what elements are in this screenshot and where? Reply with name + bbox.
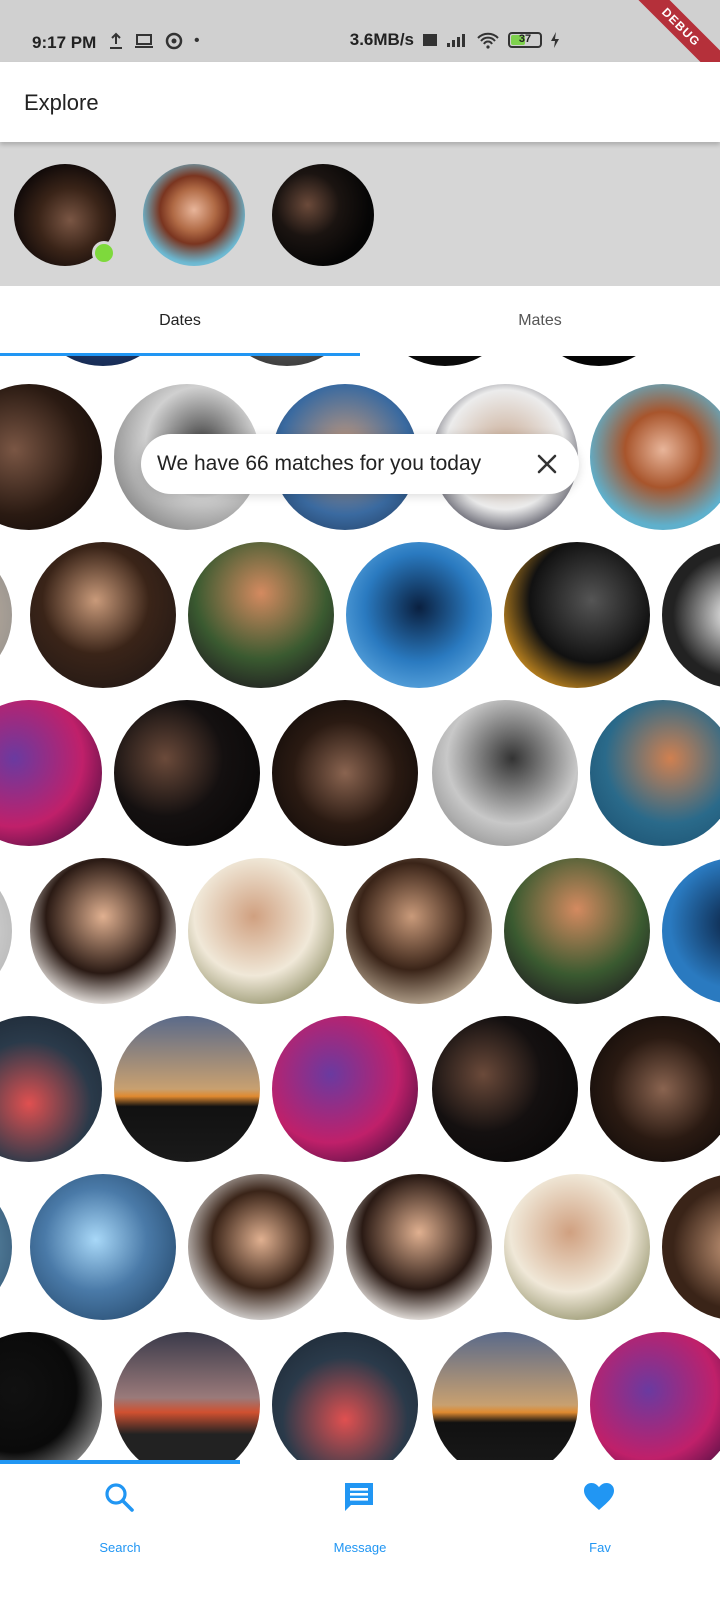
profile-photo[interactable] (30, 356, 176, 366)
profile-photo[interactable] (0, 1016, 102, 1162)
profile-photo[interactable] (432, 1332, 578, 1460)
heart-icon (584, 1483, 614, 1510)
profile-photo[interactable] (526, 356, 672, 366)
profile-photo[interactable] (504, 542, 650, 688)
profile-photo[interactable] (0, 1332, 102, 1460)
tab-dates[interactable]: Dates (0, 286, 360, 356)
charging-icon (551, 32, 559, 48)
battery-icon: 37 (508, 32, 542, 48)
upload-icon (110, 32, 122, 49)
profile-photo[interactable] (662, 858, 720, 1004)
network-speed: 3.6MB/s (349, 30, 414, 49)
tab-indicator (0, 353, 360, 356)
profile-photo[interactable] (590, 384, 720, 530)
profile-photo[interactable] (346, 858, 492, 1004)
profile-photo[interactable] (272, 700, 418, 846)
signal-icon (447, 34, 465, 47)
stories-row (0, 142, 720, 286)
profile-photo[interactable] (590, 700, 720, 846)
online-status-dot (92, 241, 116, 265)
profile-photo[interactable] (214, 356, 360, 366)
profile-photo[interactable] (432, 1016, 578, 1162)
profile-photo[interactable] (30, 1174, 176, 1320)
profile-photo[interactable] (0, 1174, 12, 1320)
search-icon (105, 1483, 134, 1512)
profile-photo[interactable] (432, 700, 578, 846)
profile-photo[interactable] (114, 1016, 260, 1162)
profile-photo[interactable] (188, 858, 334, 1004)
profile-photo[interactable] (504, 1174, 650, 1320)
nav-search-label: Search (99, 1540, 141, 1555)
nav-message-label: Message (333, 1540, 387, 1555)
profile-photo[interactable] (504, 858, 650, 1004)
page-title: Explore (24, 90, 99, 115)
nav-indicator (0, 1460, 240, 1464)
profile-photo[interactable] (188, 1174, 334, 1320)
profile-photo[interactable] (272, 1332, 418, 1460)
profile-photo[interactable] (114, 1332, 260, 1460)
bottom-navigation: Search Message Fav (0, 1460, 720, 1600)
nav-fav-label: Fav (589, 1540, 611, 1555)
wifi-icon (477, 32, 499, 49)
profile-photo[interactable] (346, 1174, 492, 1320)
profile-photo[interactable] (188, 542, 334, 688)
nav-message[interactable]: Message (240, 1480, 480, 1580)
profile-photo[interactable] (590, 1332, 720, 1460)
profile-photo[interactable] (114, 700, 260, 846)
profile-grid (0, 356, 720, 1460)
status-bar: 9:17 PM • 3.6MB/s 37 DEBUG (0, 0, 720, 88)
dot-icon: • (194, 32, 200, 49)
profile-photo[interactable] (0, 700, 102, 846)
tab-bar: Dates Mates (0, 286, 720, 356)
nav-fav[interactable]: Fav (480, 1480, 720, 1580)
laptop-icon (135, 34, 153, 48)
close-icon[interactable] (533, 450, 561, 478)
nav-search[interactable]: Search (0, 1480, 240, 1580)
profile-photo[interactable] (30, 858, 176, 1004)
profile-photo[interactable] (662, 1174, 720, 1320)
profile-photo[interactable] (0, 384, 102, 530)
profile-photo[interactable] (372, 356, 518, 366)
toast-message: We have 66 matches for you today (157, 452, 482, 475)
profile-photo[interactable] (0, 858, 12, 1004)
volte-icon (423, 34, 437, 46)
message-icon (345, 1483, 373, 1511)
status-system-icons: 3.6MB/s 37 (350, 30, 560, 50)
profile-photo[interactable] (346, 542, 492, 688)
matches-toast: We have 66 matches for you today (141, 434, 579, 494)
status-time: 9:17 PM (32, 33, 97, 52)
profile-photo[interactable] (662, 542, 720, 688)
tab-mates[interactable]: Mates (360, 286, 720, 356)
battery-level: 37 (518, 33, 532, 45)
story-avatar[interactable] (272, 164, 374, 266)
story-avatar[interactable] (143, 164, 245, 266)
sync-icon (165, 32, 183, 50)
profile-photo[interactable] (0, 542, 12, 688)
status-notification-icons: • (108, 31, 200, 51)
profile-photo[interactable] (272, 1016, 418, 1162)
app-bar: Explore (0, 62, 720, 142)
profile-photo[interactable] (590, 1016, 720, 1162)
profile-photo[interactable] (30, 542, 176, 688)
